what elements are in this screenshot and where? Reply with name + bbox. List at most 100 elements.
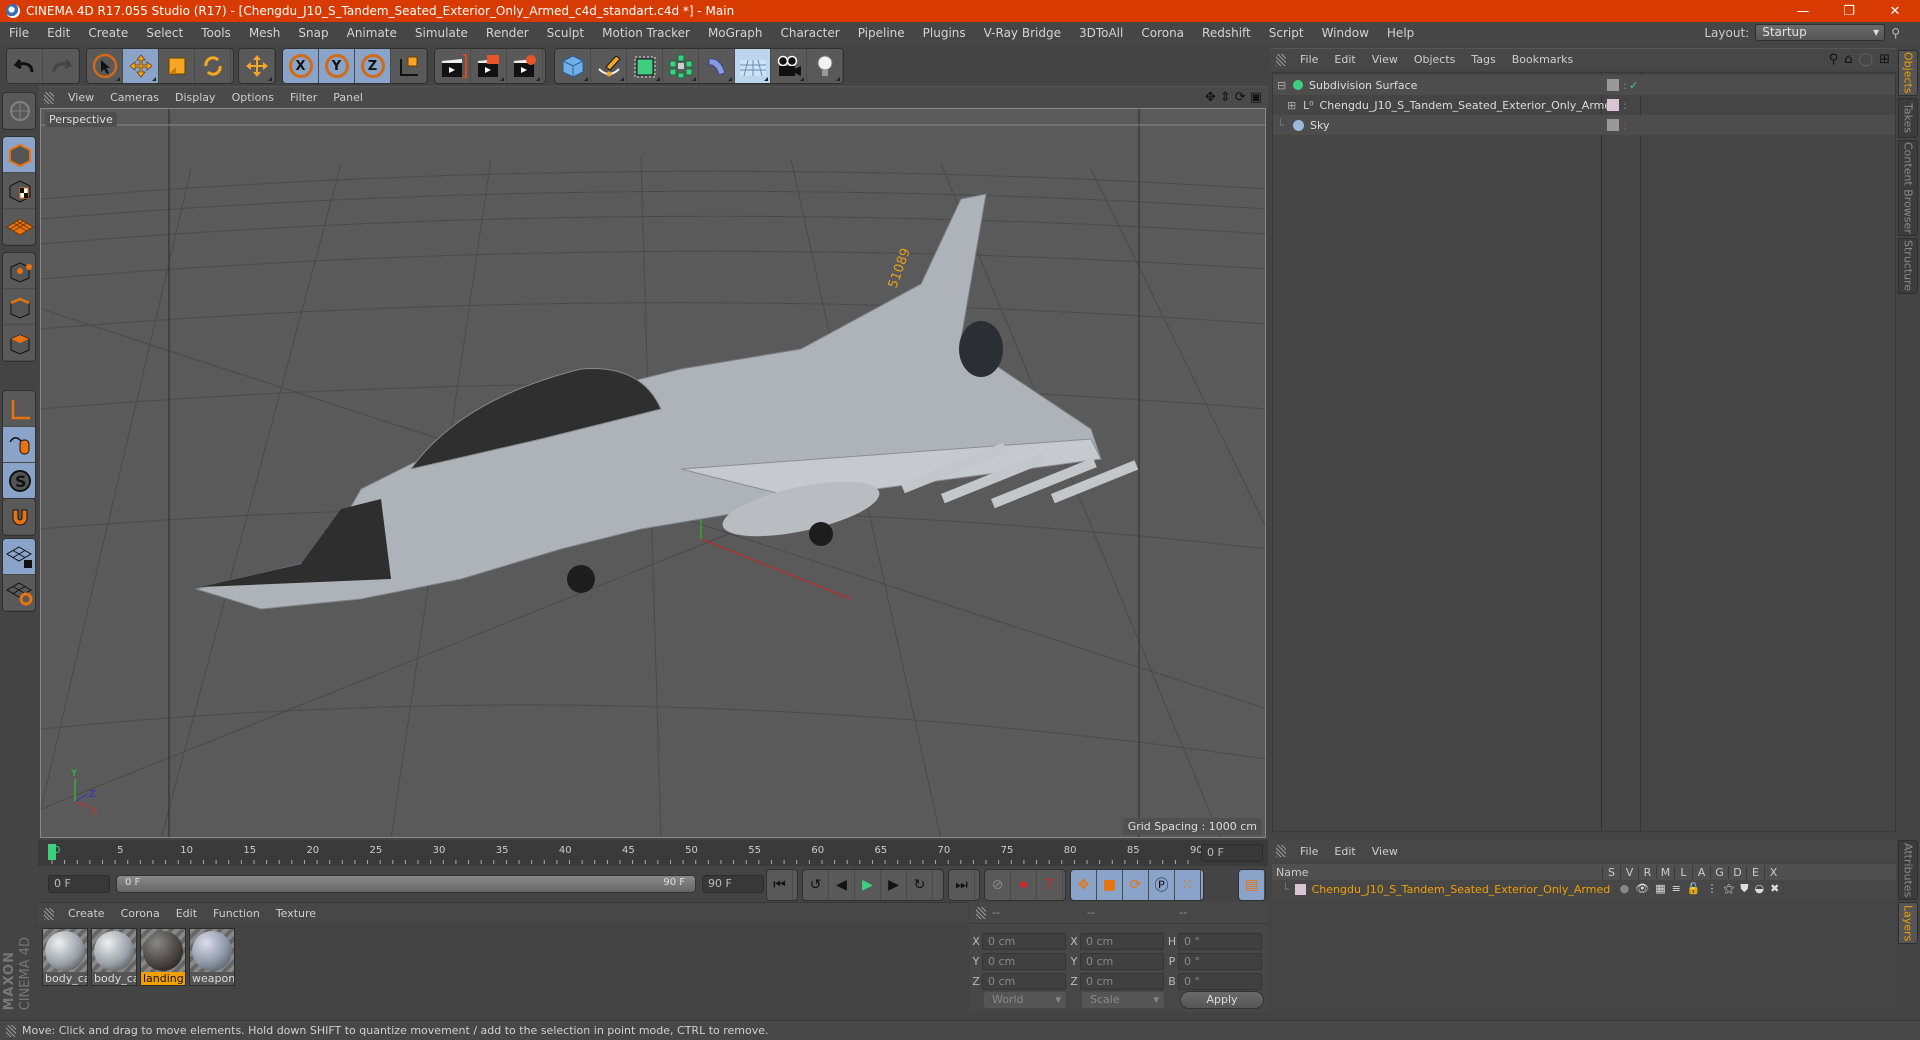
key-scale-icon[interactable]: ■	[1097, 870, 1123, 900]
orbit-icon[interactable]: ⟳	[1235, 90, 1246, 105]
menu-plugins[interactable]: Plugins	[914, 22, 975, 44]
position-z-field[interactable]: 0 cm	[982, 972, 1066, 990]
layers-menu-view[interactable]: View	[1364, 845, 1406, 858]
menu-character[interactable]: Character	[771, 22, 848, 44]
objects-menu-file[interactable]: File	[1292, 53, 1326, 66]
panel-grip-icon[interactable]	[1276, 845, 1286, 857]
tab-layers[interactable]: Layers	[1898, 902, 1918, 944]
viewport-menu-cameras[interactable]: Cameras	[102, 91, 167, 104]
column-xrefs[interactable]: X	[1764, 865, 1782, 879]
size-y-field[interactable]: 0 cm	[1080, 952, 1164, 970]
tab-objects[interactable]: Objects	[1898, 50, 1918, 96]
menu-help[interactable]: Help	[1378, 22, 1423, 44]
tab-takes[interactable]: Takes	[1898, 98, 1918, 138]
xref-toggle-icon[interactable]: ✖	[1770, 882, 1779, 896]
workplane-mode-icon[interactable]	[3, 209, 35, 245]
z-axis-lock-button[interactable]: Z	[355, 49, 391, 83]
rotation-b-field[interactable]: 0 °	[1178, 972, 1262, 990]
material-menu-corona[interactable]: Corona	[113, 907, 168, 920]
key-rotation-icon[interactable]: ⟳	[1123, 870, 1149, 900]
axis-mode-icon[interactable]	[3, 391, 35, 427]
editor-visibility-icon[interactable]	[1607, 79, 1619, 91]
lock-toggle-icon[interactable]: 🔓	[1687, 882, 1701, 896]
model-mode-icon[interactable]	[3, 137, 35, 173]
light-icon[interactable]	[807, 49, 843, 83]
tab-content-browser[interactable]: Content Browser	[1898, 140, 1918, 236]
objects-menu-tags[interactable]: Tags	[1463, 53, 1503, 66]
workplane-lock-icon[interactable]	[3, 539, 35, 575]
maximize-icon[interactable]: ▣	[1250, 90, 1262, 105]
pen-spline-icon[interactable]	[591, 49, 627, 83]
column-render[interactable]: R	[1638, 865, 1656, 879]
size-mode-select[interactable]: Scale ▾	[1082, 992, 1164, 1008]
panel-grip-icon[interactable]	[44, 907, 54, 920]
rotate-icon[interactable]	[195, 49, 231, 83]
render-toggle-icon[interactable]: ▦	[1655, 882, 1665, 896]
snap-icon[interactable]	[3, 499, 35, 535]
render-settings-icon[interactable]	[507, 49, 543, 83]
viewport-menu-view[interactable]: View	[60, 91, 102, 104]
material-menu-create[interactable]: Create	[60, 907, 113, 920]
layers-menu-edit[interactable]: Edit	[1326, 845, 1363, 858]
end-frame-field[interactable]: 90 F	[702, 875, 764, 893]
material-menu-function[interactable]: Function	[205, 907, 268, 920]
object-row[interactable]: ⊞ L⁰ Chengdu_J10_S_Tandem_Seated_Exterio…	[1273, 95, 1895, 115]
expand-icon[interactable]: ⊞	[1287, 99, 1299, 112]
panel-grip-icon[interactable]	[1276, 53, 1286, 66]
objects-menu-objects[interactable]: Objects	[1406, 53, 1464, 66]
rotation-p-field[interactable]: 0 °	[1178, 952, 1262, 970]
menu-3dtoall[interactable]: 3DToAll	[1070, 22, 1132, 44]
menu-vray-bridge[interactable]: V-Ray Bridge	[975, 22, 1070, 44]
menu-snap[interactable]: Snap	[289, 22, 337, 44]
menu-script[interactable]: Script	[1260, 22, 1313, 44]
column-deformers[interactable]: D	[1728, 865, 1746, 879]
viewport-menu-filter[interactable]: Filter	[282, 91, 325, 104]
workplane-rotate-icon[interactable]	[3, 575, 35, 611]
objects-menu-edit[interactable]: Edit	[1326, 53, 1363, 66]
world-coords-icon[interactable]	[391, 49, 427, 83]
cloner-icon[interactable]	[663, 49, 699, 83]
search-icon[interactable]: ⚲	[1891, 26, 1900, 40]
points-mode-icon[interactable]	[3, 253, 35, 289]
search-icon[interactable]: ⚲	[1829, 52, 1839, 67]
column-generators[interactable]: G	[1710, 865, 1728, 879]
size-z-field[interactable]: 0 cm	[1080, 972, 1164, 990]
edges-mode-icon[interactable]	[3, 289, 35, 325]
size-x-field[interactable]: 0 cm	[1080, 932, 1164, 950]
panel-grip-icon[interactable]	[44, 91, 54, 104]
dolly-icon[interactable]: ⇕	[1220, 90, 1231, 105]
key-pla-icon[interactable]: ⁙	[1175, 870, 1201, 900]
viewport-menu-options[interactable]: Options	[224, 91, 282, 104]
menu-edit[interactable]: Edit	[38, 22, 79, 44]
select-icon[interactable]	[87, 49, 123, 83]
solo-toggle-icon[interactable]: ●	[1620, 882, 1630, 896]
position-y-field[interactable]: 0 cm	[982, 952, 1066, 970]
menu-motion-tracker[interactable]: Motion Tracker	[593, 22, 699, 44]
material-swatch[interactable]: landing	[140, 928, 186, 986]
solo-icon[interactable]: S	[3, 463, 35, 499]
column-expressions[interactable]: E	[1746, 865, 1764, 879]
material-menu-edit[interactable]: Edit	[168, 907, 205, 920]
column-animation[interactable]: A	[1692, 865, 1710, 879]
panel-grip-icon[interactable]	[976, 906, 986, 919]
live-move-icon[interactable]	[239, 49, 275, 83]
menu-create[interactable]: Create	[79, 22, 137, 44]
eye-icon[interactable]: ◯	[1859, 52, 1874, 67]
key-param-icon[interactable]: Ⓟ	[1149, 870, 1175, 900]
move-icon[interactable]	[123, 49, 159, 83]
enabled-check-icon[interactable]: ✓	[1629, 79, 1638, 92]
timeline-ruler[interactable]: 0 5 10 15 20 25 30 35 40 45 50 55 60 65 70 75 80 85 90 0 F	[38, 840, 1268, 866]
camera-label[interactable]: Perspective	[45, 112, 117, 127]
menu-corona[interactable]: Corona	[1132, 22, 1193, 44]
manager-toggle-icon[interactable]: ≡	[1672, 882, 1681, 896]
menu-simulate[interactable]: Simulate	[406, 22, 477, 44]
menu-sculpt[interactable]: Sculpt	[538, 22, 593, 44]
position-x-field[interactable]: 0 cm	[982, 932, 1066, 950]
collapse-icon[interactable]: ⊟	[1277, 79, 1289, 92]
menu-tools[interactable]: Tools	[192, 22, 240, 44]
cube-icon[interactable]	[555, 49, 591, 83]
start-frame-field[interactable]: 0 F	[48, 875, 110, 893]
home-icon[interactable]: ⌂	[1844, 52, 1852, 67]
column-name[interactable]: Name	[1272, 866, 1602, 879]
layer-color-icon[interactable]	[1607, 99, 1619, 111]
